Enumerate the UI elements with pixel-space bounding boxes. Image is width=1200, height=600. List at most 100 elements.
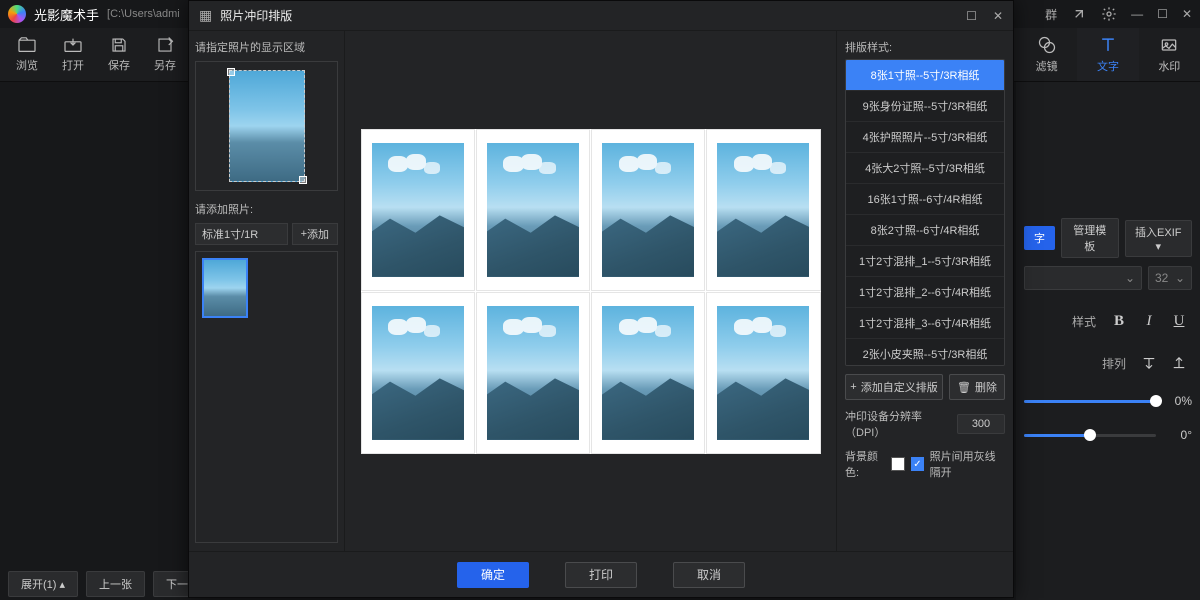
- align-label: 排列: [1102, 355, 1126, 372]
- bg-color-swatch[interactable]: [891, 457, 905, 471]
- photo-preview: [602, 143, 694, 277]
- modal-titlebar: ▦ 照片冲印排版 ☐ ✕: [189, 1, 1013, 31]
- browse-button[interactable]: 浏览: [6, 32, 48, 77]
- tab-filter[interactable]: 滤镜: [1016, 28, 1077, 81]
- modal-preview: [345, 31, 836, 551]
- photo-preview: [717, 143, 809, 277]
- thumbnail-item[interactable]: [202, 258, 248, 318]
- align-2-button[interactable]: [1166, 352, 1192, 374]
- layout-label: 排版样式:: [845, 39, 1005, 55]
- open-button[interactable]: 打开: [52, 32, 94, 77]
- crop-preview[interactable]: [195, 61, 338, 191]
- save-label: 保存: [108, 57, 130, 73]
- tab-text-label: 文字: [1097, 58, 1119, 74]
- close-icon[interactable]: ✕: [1182, 7, 1192, 21]
- grid-icon: ▦: [199, 7, 212, 24]
- char-button[interactable]: 字: [1024, 226, 1055, 250]
- italic-button[interactable]: I: [1136, 310, 1162, 332]
- tab-filter-label: 滤镜: [1036, 58, 1058, 74]
- open-label: 打开: [62, 57, 84, 73]
- tab-watermark[interactable]: 水印: [1139, 28, 1200, 81]
- sheet-cell: [591, 292, 705, 454]
- dpi-label: 冲印设备分辨率（DPI）: [845, 408, 951, 440]
- save-button[interactable]: 保存: [98, 32, 140, 77]
- saveas-button[interactable]: 另存: [144, 32, 186, 77]
- app-name: 光影魔术手: [34, 5, 99, 24]
- layout-option[interactable]: 8张1寸照--5寸/3R相纸: [846, 60, 1004, 91]
- maximize-icon[interactable]: ☐: [1157, 7, 1168, 21]
- opacity-value: 0%: [1164, 394, 1192, 408]
- sheet-cell: [706, 129, 820, 291]
- print-sheet: [361, 129, 821, 454]
- dpi-input[interactable]: [957, 414, 1005, 434]
- sheet-cell: [706, 292, 820, 454]
- modal-maximize-icon[interactable]: ☐: [966, 9, 977, 23]
- modal-right-panel: 排版样式: 8张1寸照--5寸/3R相纸9张身份证照--5寸/3R相纸4张护照照…: [836, 31, 1013, 551]
- layout-option[interactable]: 8张2寸照--6寸/4R相纸: [846, 215, 1004, 246]
- photo-preview: [372, 143, 464, 277]
- layout-option[interactable]: 1寸2寸混排_1--5寸/3R相纸: [846, 246, 1004, 277]
- underline-button[interactable]: U: [1166, 310, 1192, 332]
- layout-option[interactable]: 2张小皮夹照--5寸/3R相纸: [846, 339, 1004, 366]
- print-button[interactable]: 打印: [565, 562, 637, 588]
- tab-watermark-label: 水印: [1158, 58, 1180, 74]
- open-icon: [63, 36, 83, 54]
- delete-layout-button[interactable]: 🗑 删除: [949, 374, 1005, 400]
- add-custom-layout-button[interactable]: + 添加自定义排版: [845, 374, 943, 400]
- align-1-button[interactable]: [1136, 352, 1162, 374]
- share-icon[interactable]: [1071, 6, 1087, 22]
- size-select[interactable]: 标准1寸/1R: [195, 223, 288, 245]
- save-icon: [109, 36, 129, 54]
- layout-option[interactable]: 1寸2寸混排_2--6寸/4R相纸: [846, 277, 1004, 308]
- group-label[interactable]: 群: [1045, 6, 1057, 23]
- align-group: 排列: [1024, 352, 1192, 374]
- ok-button[interactable]: 确定: [457, 562, 529, 588]
- opacity-slider[interactable]: [1024, 400, 1156, 403]
- photo-preview: [487, 306, 579, 440]
- layout-option[interactable]: 9张身份证照--5寸/3R相纸: [846, 91, 1004, 122]
- layout-option[interactable]: 4张护照照片--5寸/3R相纸: [846, 122, 1004, 153]
- app-logo: [8, 5, 26, 23]
- photo-preview: [372, 306, 464, 440]
- style-label: 样式: [1072, 313, 1096, 330]
- angle-slider-row: 0°: [1024, 428, 1192, 442]
- photo-preview: [717, 306, 809, 440]
- side-tabs: 滤镜 文字 水印: [1016, 28, 1200, 82]
- bg-label: 背景颜色:: [845, 448, 885, 480]
- sheet-cell: [361, 292, 475, 454]
- modal-left-panel: 请指定照片的显示区域 请添加照片: 标准1寸/1R + 添加: [189, 31, 345, 551]
- right-panel: 字 管理模板 插入EXIF ▾ ⌄ 32⌄ 样式 B I U 排列 0% 0°: [1016, 82, 1200, 600]
- sheet-cell: [591, 129, 705, 291]
- settings-icon[interactable]: [1101, 6, 1117, 22]
- layout-option[interactable]: 4张大2寸照--5寸/3R相纸: [846, 153, 1004, 184]
- crop-label: 请指定照片的显示区域: [195, 39, 338, 55]
- prev-button[interactable]: 上一张: [86, 571, 145, 597]
- slider-thumb[interactable]: [1150, 395, 1162, 407]
- file-path: [C:\Users\admi: [107, 8, 180, 20]
- cancel-button[interactable]: 取消: [673, 562, 745, 588]
- browse-label: 浏览: [16, 57, 38, 73]
- sheet-cell: [476, 129, 590, 291]
- minimize-icon[interactable]: —: [1131, 7, 1143, 21]
- layout-option[interactable]: 16张1寸照--6寸/4R相纸: [846, 184, 1004, 215]
- fontsize-select[interactable]: 32⌄: [1148, 266, 1192, 290]
- layout-list[interactable]: 8张1寸照--5寸/3R相纸9张身份证照--5寸/3R相纸4张护照照片--5寸/…: [845, 59, 1005, 366]
- modal-footer: 确定 打印 取消: [189, 551, 1013, 597]
- layout-option[interactable]: 1寸2寸混排_3--6寸/4R相纸: [846, 308, 1004, 339]
- saveas-icon: [155, 36, 175, 54]
- folder-icon: [17, 36, 37, 54]
- angle-value: 0°: [1164, 428, 1192, 442]
- modal-close-icon[interactable]: ✕: [993, 9, 1003, 23]
- font-select[interactable]: ⌄: [1024, 266, 1142, 290]
- angle-slider[interactable]: [1024, 434, 1156, 437]
- expand-button[interactable]: 展开(1) ▴: [8, 571, 78, 597]
- photo-preview: [602, 306, 694, 440]
- slider-thumb[interactable]: [1084, 429, 1096, 441]
- bold-button[interactable]: B: [1106, 310, 1132, 332]
- gray-sep-checkbox[interactable]: ✓: [911, 457, 923, 471]
- tab-text[interactable]: 文字: [1077, 28, 1138, 81]
- insert-exif-button[interactable]: 插入EXIF ▾: [1125, 220, 1192, 257]
- add-label: 请添加照片:: [195, 201, 338, 217]
- manage-templates-button[interactable]: 管理模板: [1061, 218, 1119, 258]
- add-photo-button[interactable]: + 添加: [292, 223, 338, 245]
